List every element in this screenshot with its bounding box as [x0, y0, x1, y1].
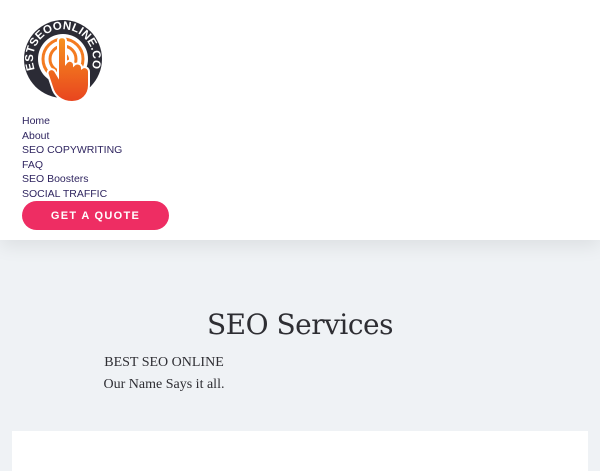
page-title: SEO Services — [206, 308, 394, 341]
hero-tagline: Our Name Says it all. — [103, 377, 225, 392]
nav-item-about: About — [22, 128, 122, 143]
nav-item-seo-copywriting: SEO COPYWRITING — [22, 142, 122, 157]
main-nav: Home About SEO COPYWRITING FAQ SEO Boost… — [22, 113, 122, 201]
nav-link-social-traffic[interactable]: SOCIAL TRAFFIC — [22, 188, 107, 200]
pointing-hand-icon: BESTSEOONLINE.COM — [17, 6, 102, 104]
nav-item-home: Home — [22, 113, 122, 128]
nav-item-faq: FAQ — [22, 157, 122, 172]
nav-link-seo-boosters[interactable]: SEO Boosters — [22, 173, 89, 185]
nav-link-faq[interactable]: FAQ — [22, 159, 43, 171]
nav-link-seo-copywriting[interactable]: SEO COPYWRITING — [22, 144, 122, 156]
nav-link-about[interactable]: About — [22, 130, 49, 142]
nav-link-home[interactable]: Home — [22, 115, 50, 127]
nav-item-seo-boosters: SEO Boosters — [22, 171, 122, 186]
site-header: BESTSEOONLINE.COM Home About SEO COPYWRI… — [0, 0, 600, 240]
nav-item-social-traffic: SOCIAL TRAFFIC — [22, 186, 122, 201]
content-card — [12, 431, 588, 471]
get-a-quote-button[interactable]: GET A QUOTE — [22, 201, 169, 230]
hero-subtitle: BEST SEO ONLINE — [104, 355, 224, 370]
site-logo[interactable]: BESTSEOONLINE.COM — [17, 6, 104, 104]
